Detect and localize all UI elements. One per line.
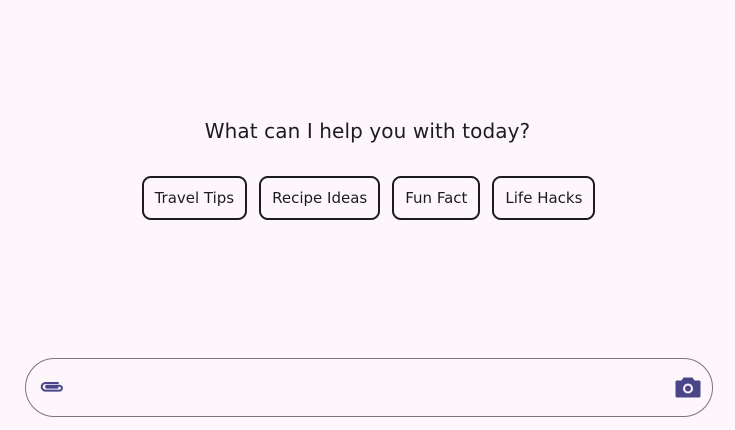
suggestion-chip-recipe-ideas[interactable]: Recipe Ideas <box>259 176 381 220</box>
suggestion-chip-fun-fact[interactable]: Fun Fact <box>392 176 481 220</box>
suggestion-chip-life-hacks[interactable]: Life Hacks <box>492 176 596 220</box>
paperclip-icon[interactable] <box>38 375 66 399</box>
suggestion-chips: Travel Tips Recipe Ideas Fun Fact Life H… <box>0 176 735 220</box>
camera-icon[interactable] <box>674 374 702 400</box>
message-composer <box>25 358 713 417</box>
suggestion-chip-travel-tips[interactable]: Travel Tips <box>141 176 248 220</box>
message-input[interactable] <box>80 371 664 405</box>
page-title: What can I help you with today? <box>204 119 531 143</box>
